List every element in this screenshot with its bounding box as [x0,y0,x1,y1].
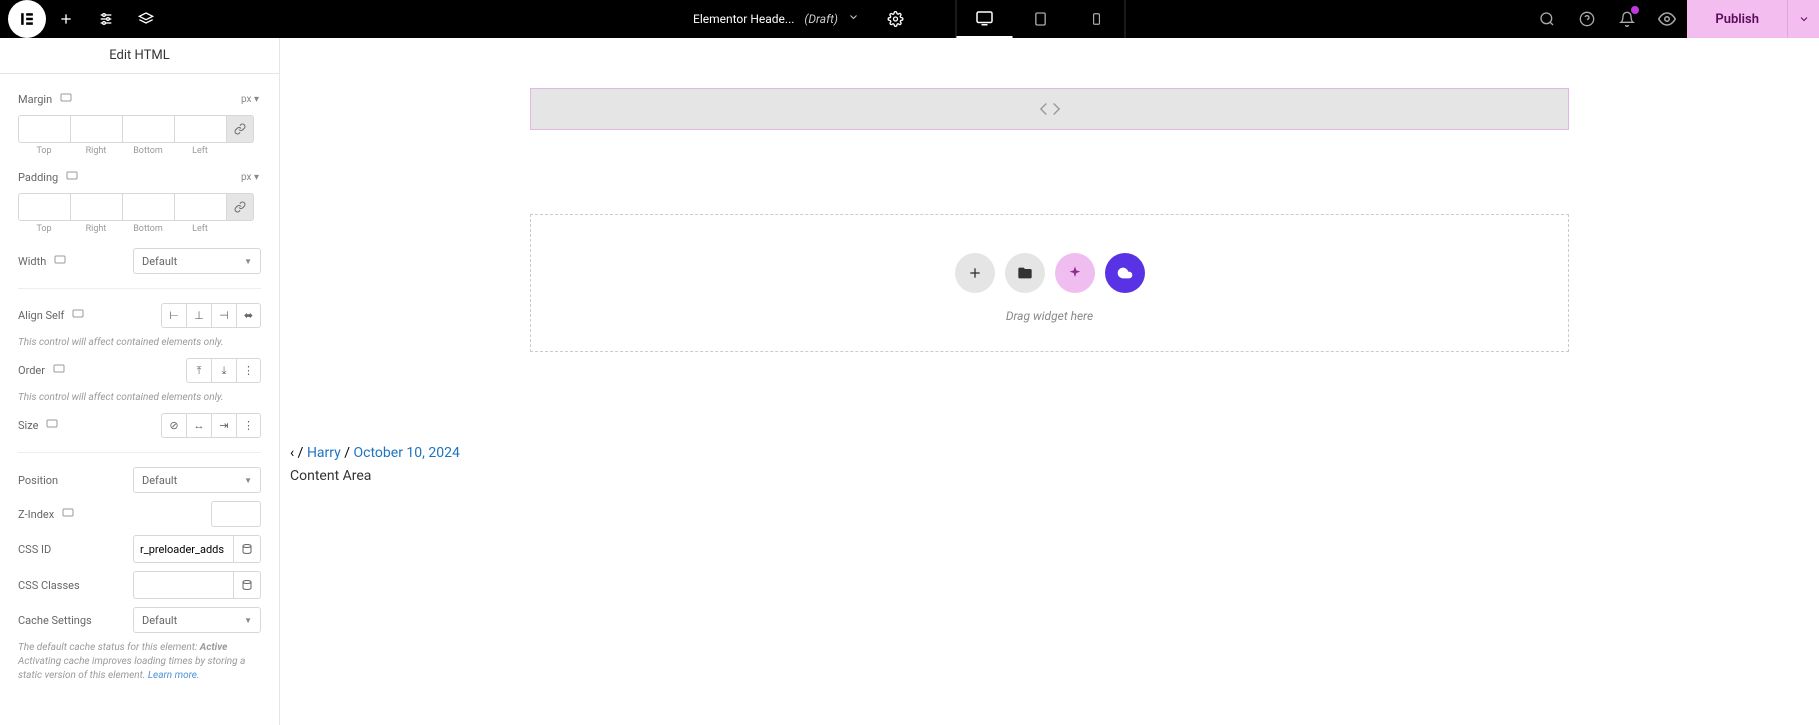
width-label: Width [18,255,46,268]
cache-help: The default cache status for this elemen… [18,641,261,683]
structure-icon[interactable] [126,0,166,38]
padding-left-input[interactable] [174,193,226,221]
cache-label: Cache Settings [18,614,92,627]
padding-link-toggle[interactable] [226,193,254,221]
drop-zone[interactable]: Drag widget here [530,214,1569,352]
padding-top-input[interactable] [18,193,70,221]
dim-label-bottom: Bottom [122,146,174,156]
cache-select[interactable]: Default▼ [133,607,261,633]
help-icon[interactable] [1567,0,1607,38]
device-desktop[interactable] [957,0,1013,38]
size-more[interactable]: ⋮ [236,413,261,438]
code-icon [1039,98,1061,120]
publish-button[interactable]: Publish [1687,0,1787,38]
padding-right-input[interactable] [70,193,122,221]
responsive-icon[interactable] [72,308,84,323]
dim-label-right: Right [70,146,122,156]
align-center[interactable]: ⊥ [186,303,211,328]
padding-label: Padding [18,171,58,184]
css-classes-label: CSS Classes [18,579,80,592]
responsive-icon[interactable] [66,170,78,185]
preview-icon[interactable] [1647,0,1687,38]
content-area-label: Content Area [290,468,371,484]
margin-left-input[interactable] [174,115,226,143]
zindex-label: Z-Index [18,508,54,521]
align-start[interactable]: ⊢ [161,303,186,328]
order-first[interactable]: ⤒ [186,358,211,383]
padding-unit[interactable]: px ▾ [239,170,261,185]
align-self-label: Align Self [18,309,64,322]
date-link[interactable]: October 10, 2024 [354,445,460,461]
order-last[interactable]: ⤓ [211,358,236,383]
margin-link-toggle[interactable] [226,115,254,143]
elementor-logo[interactable] [8,0,46,38]
responsive-icon[interactable] [53,363,65,378]
settings-sliders-icon[interactable] [86,0,126,38]
margin-label: Margin [18,93,52,106]
responsive-icon[interactable] [60,92,72,107]
responsive-icon[interactable] [46,418,58,433]
notifications-icon[interactable] [1607,0,1647,38]
css-classes-dynamic[interactable] [233,571,261,599]
width-select[interactable]: Default▼ [133,248,261,274]
templates-button[interactable] [1005,253,1045,293]
zindex-input[interactable] [211,501,261,527]
size-none[interactable]: ⊘ [161,413,186,438]
margin-bottom-input[interactable] [122,115,174,143]
cache-learn-more[interactable]: Learn more. [148,670,200,681]
size-label: Size [18,419,38,432]
position-label: Position [18,474,58,487]
size-grow[interactable]: ↔ [186,413,211,438]
order-label: Order [18,364,45,377]
dim-label-left: Left [174,146,226,156]
css-id-input[interactable] [133,535,233,563]
ai-button[interactable] [1055,253,1095,293]
margin-unit[interactable]: px ▾ [239,92,261,107]
drop-text: Drag widget here [531,309,1568,323]
dim-label-top: Top [18,146,70,156]
margin-top-input[interactable] [18,115,70,143]
align-help: This control will affect contained eleme… [18,336,261,350]
responsive-icon[interactable] [54,254,66,269]
post-meta: ‹ / Harry / October 10, 2024 [290,445,460,461]
css-id-dynamic[interactable] [233,535,261,563]
html-widget[interactable] [530,88,1569,130]
align-stretch[interactable]: ⬌ [236,303,261,328]
search-icon[interactable] [1527,0,1567,38]
document-title: Elementor Heade... [693,12,794,26]
panel-title: Edit HTML [0,38,279,74]
padding-bottom-input[interactable] [122,193,174,221]
device-tablet[interactable] [1013,0,1069,38]
css-id-label: CSS ID [18,543,51,556]
publish-dropdown[interactable] [1787,0,1819,38]
add-section-button[interactable] [955,253,995,293]
position-select[interactable]: Default▼ [133,467,261,493]
cloud-button[interactable] [1105,253,1145,293]
author-link[interactable]: Harry [307,445,341,461]
device-mobile[interactable] [1069,0,1125,38]
margin-right-input[interactable] [70,115,122,143]
order-more[interactable]: ⋮ [236,358,261,383]
order-help: This control will affect contained eleme… [18,391,261,405]
align-end[interactable]: ⊣ [211,303,236,328]
notification-dot [1631,6,1639,14]
responsive-icon[interactable] [62,507,74,522]
add-icon[interactable] [46,0,86,38]
doc-dropdown-icon[interactable] [848,11,860,27]
page-settings-icon[interactable] [876,0,916,38]
css-classes-input[interactable] [133,571,233,599]
size-shrink[interactable]: ⇥ [211,413,236,438]
draft-label: (Draft) [804,12,838,26]
